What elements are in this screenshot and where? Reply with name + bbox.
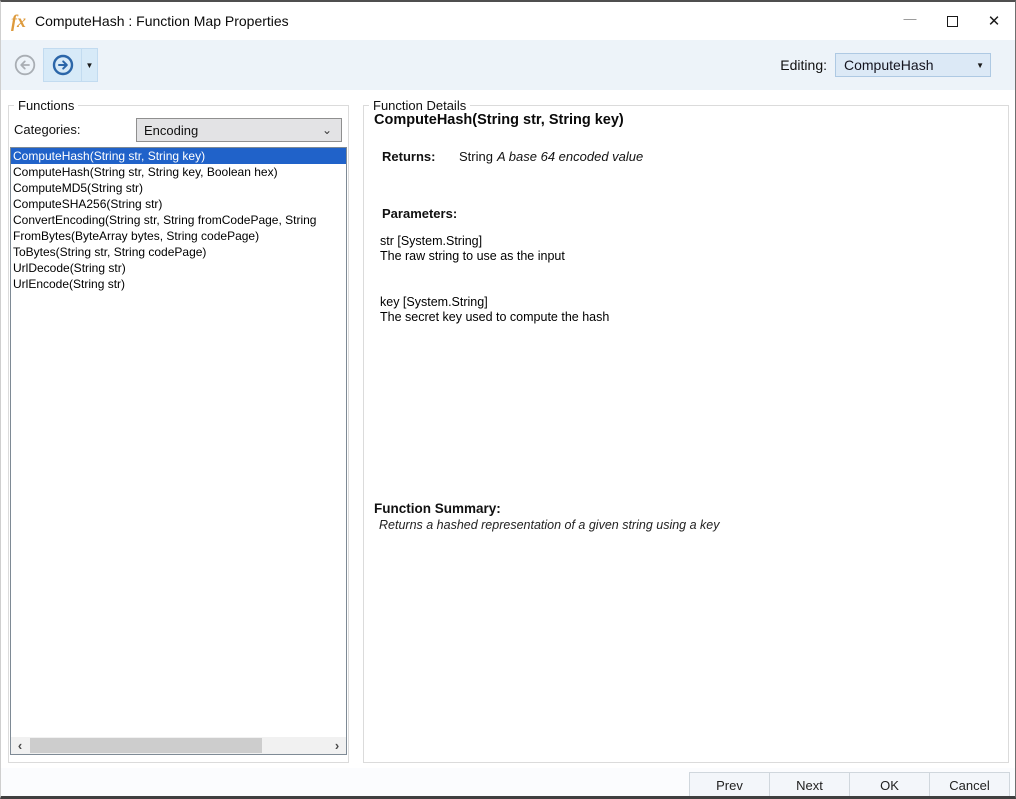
editing-area: Editing: ComputeHash ▼ (780, 53, 991, 77)
function-list: ComputeHash(String str, String key) Comp… (10, 147, 347, 755)
parameter-entry: key [System.String] The secret key used … (380, 295, 609, 325)
function-list-item[interactable]: ComputeMD5(String str) (11, 180, 346, 196)
chevron-down-icon: ▼ (976, 60, 984, 70)
function-details-title: Function Details (369, 98, 471, 113)
function-list-item[interactable]: ConvertEncoding(String str, String fromC… (11, 212, 346, 228)
parameter-entry: str [System.String] The raw string to us… (380, 234, 565, 264)
close-icon: ✕ (987, 13, 1001, 30)
function-list-item[interactable]: ToBytes(String str, String codePage) (11, 244, 346, 260)
function-list-item[interactable]: ComputeSHA256(String str) (11, 196, 346, 212)
dialog-window: fx ComputeHash : Function Map Properties… (0, 0, 1016, 799)
back-button[interactable] (14, 54, 36, 76)
categories-dropdown-value: Encoding (144, 122, 199, 138)
function-details-panel: Function Details ComputeHash(String str,… (363, 98, 1009, 763)
scroll-left-icon[interactable]: ‹ (11, 737, 29, 754)
categories-label: Categories: (14, 122, 81, 137)
forward-dropdown-button[interactable]: ▼ (82, 49, 97, 81)
functions-panel-title: Functions (14, 98, 79, 113)
parameter-description: The raw string to use as the input (380, 249, 565, 263)
function-summary-text: Returns a hashed representation of a giv… (379, 518, 720, 532)
title-bar: fx ComputeHash : Function Map Properties… (1, 2, 1015, 40)
function-list-item[interactable]: ComputeHash(String str, String key, Bool… (11, 164, 346, 180)
forward-arrow-icon (52, 54, 73, 76)
editing-dropdown-value: ComputeHash (844, 57, 934, 73)
scroll-right-icon[interactable]: › (328, 737, 346, 754)
function-signature-heading: ComputeHash(String str, String key) (374, 112, 624, 128)
scrollbar-thumb[interactable] (30, 738, 262, 753)
prev-button[interactable]: Prev (689, 772, 770, 796)
forward-button[interactable] (44, 49, 81, 81)
footer-buttons: Prev Next OK Cancel (689, 772, 1010, 796)
ok-button[interactable]: OK (849, 772, 930, 796)
parameter-name: key [System.String] (380, 295, 488, 309)
returns-type: String (459, 149, 493, 164)
parameters-label: Parameters: (382, 206, 458, 221)
cancel-button[interactable]: Cancel (929, 772, 1010, 796)
function-list-item[interactable]: UrlEncode(String str) (11, 276, 346, 292)
function-list-item[interactable]: FromBytes(ByteArray bytes, String codePa… (11, 228, 346, 244)
toolbar: ▼ Editing: ComputeHash ▼ (1, 40, 1015, 90)
minimize-button[interactable]: — (889, 2, 931, 40)
window-controls: — ✕ (889, 2, 1015, 40)
returns-description: A base 64 encoded value (497, 149, 644, 164)
chevron-down-icon: ▼ (85, 60, 94, 70)
minimize-icon: — (903, 10, 917, 26)
next-button[interactable]: Next (769, 772, 850, 796)
horizontal-scrollbar[interactable]: ‹ › (11, 737, 346, 754)
editing-label: Editing: (780, 57, 827, 73)
editing-dropdown[interactable]: ComputeHash ▼ (835, 53, 991, 77)
categories-dropdown[interactable]: Encoding ⌄ (136, 118, 342, 142)
parameter-name: str [System.String] (380, 234, 483, 248)
maximize-icon (946, 15, 958, 27)
parameter-description: The secret key used to compute the hash (380, 310, 610, 324)
function-list-item[interactable]: ComputeHash(String str, String key) (11, 148, 346, 164)
maximize-button[interactable] (931, 2, 973, 40)
returns-row: Returns: String A base 64 encoded value (382, 149, 643, 164)
fx-app-icon: fx (11, 11, 26, 31)
function-summary-label: Function Summary: (374, 501, 501, 516)
forward-split-button: ▼ (43, 48, 98, 82)
returns-label: Returns: (382, 149, 436, 164)
functions-panel: Functions Categories: Encoding ⌄ Compute… (8, 98, 349, 763)
close-button[interactable]: ✕ (973, 2, 1015, 40)
window-title: ComputeHash : Function Map Properties (35, 13, 289, 29)
function-list-item[interactable]: UrlDecode(String str) (11, 260, 346, 276)
